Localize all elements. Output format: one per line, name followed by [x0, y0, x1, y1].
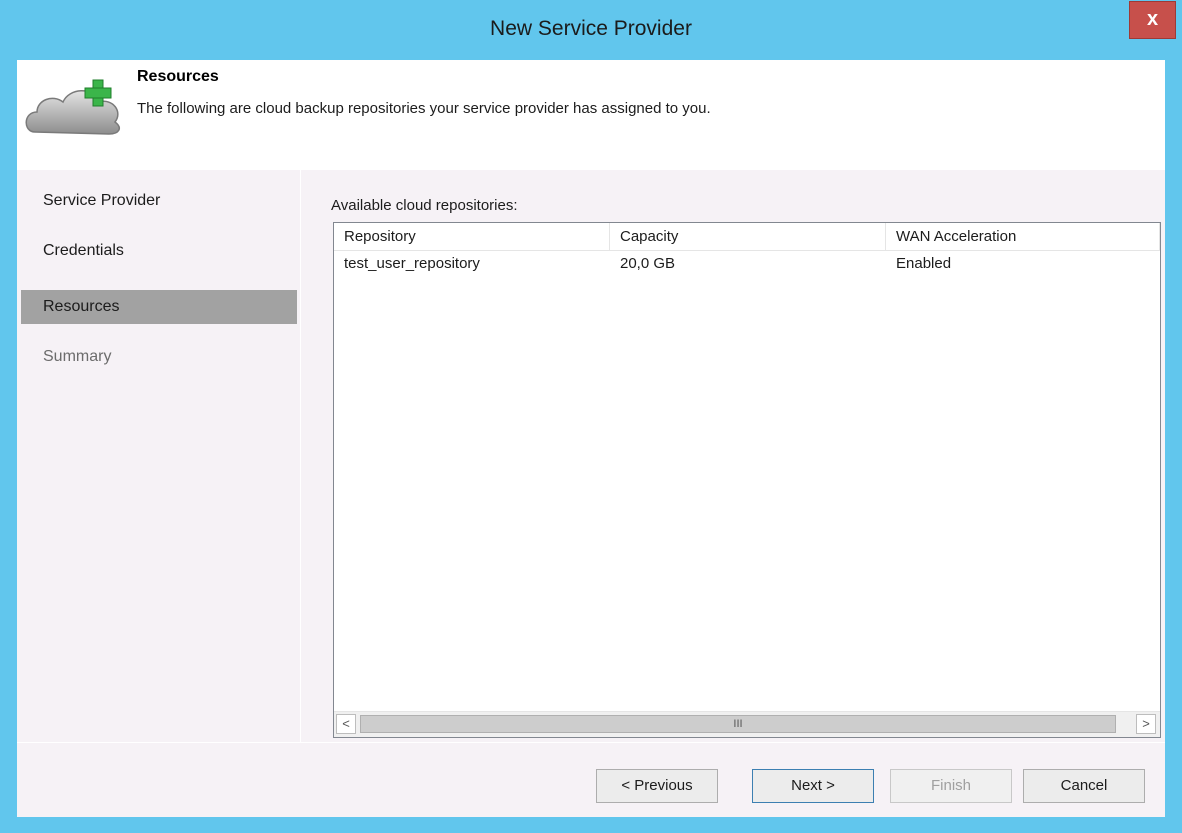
page-title: Resources [137, 68, 219, 85]
wizard-window: New Service Provider x Resources The fol… [0, 0, 1182, 833]
nav-item-summary: Summary [43, 348, 112, 365]
wizard-header: Resources The following are cloud backup… [17, 60, 1165, 170]
cell-capacity: 20,0 GB [620, 255, 676, 272]
column-header-wan-acceleration[interactable]: WAN Acceleration [886, 223, 1160, 251]
list-label: Available cloud repositories: [331, 197, 518, 214]
wizard-footer: < Previous Next > Finish Cancel [17, 743, 1165, 817]
scroll-thumb[interactable]: III [360, 715, 1116, 733]
nav-item-credentials[interactable]: Credentials [21, 234, 297, 268]
cell-wan-acceleration: Enabled [896, 255, 952, 272]
wizard-steps-nav: Service Provider Credentials Resources S… [17, 170, 300, 742]
horizontal-scrollbar[interactable]: < III > [334, 711, 1160, 737]
next-button[interactable]: Next > [752, 769, 874, 803]
nav-item-service-provider[interactable]: Service Provider [21, 184, 297, 218]
column-header-capacity[interactable]: Capacity [610, 223, 886, 251]
resources-panel: Available cloud repositories: Repository… [301, 170, 1165, 742]
scroll-right-arrow-icon[interactable]: > [1136, 714, 1156, 734]
previous-button[interactable]: < Previous [596, 769, 718, 803]
repository-list[interactable]: Repository Capacity WAN Acceleration tes… [333, 222, 1161, 738]
wizard-client-area: Resources The following are cloud backup… [17, 60, 1165, 817]
cancel-button[interactable]: Cancel [1023, 769, 1145, 803]
title-bar[interactable]: New Service Provider x [0, 0, 1182, 60]
close-button[interactable]: x [1129, 1, 1176, 39]
nav-item-resources[interactable]: Resources [21, 290, 297, 324]
scroll-left-arrow-icon[interactable]: < [336, 714, 356, 734]
table-row[interactable]: test_user_repository 20,0 GB Enabled [334, 251, 1160, 277]
cell-repository: test_user_repository [344, 255, 480, 272]
cloud-add-icon [25, 79, 120, 135]
finish-button: Finish [890, 769, 1012, 803]
page-description: The following are cloud backup repositor… [137, 100, 711, 117]
column-header-repository[interactable]: Repository [334, 223, 610, 251]
window-title: New Service Provider [490, 17, 692, 40]
